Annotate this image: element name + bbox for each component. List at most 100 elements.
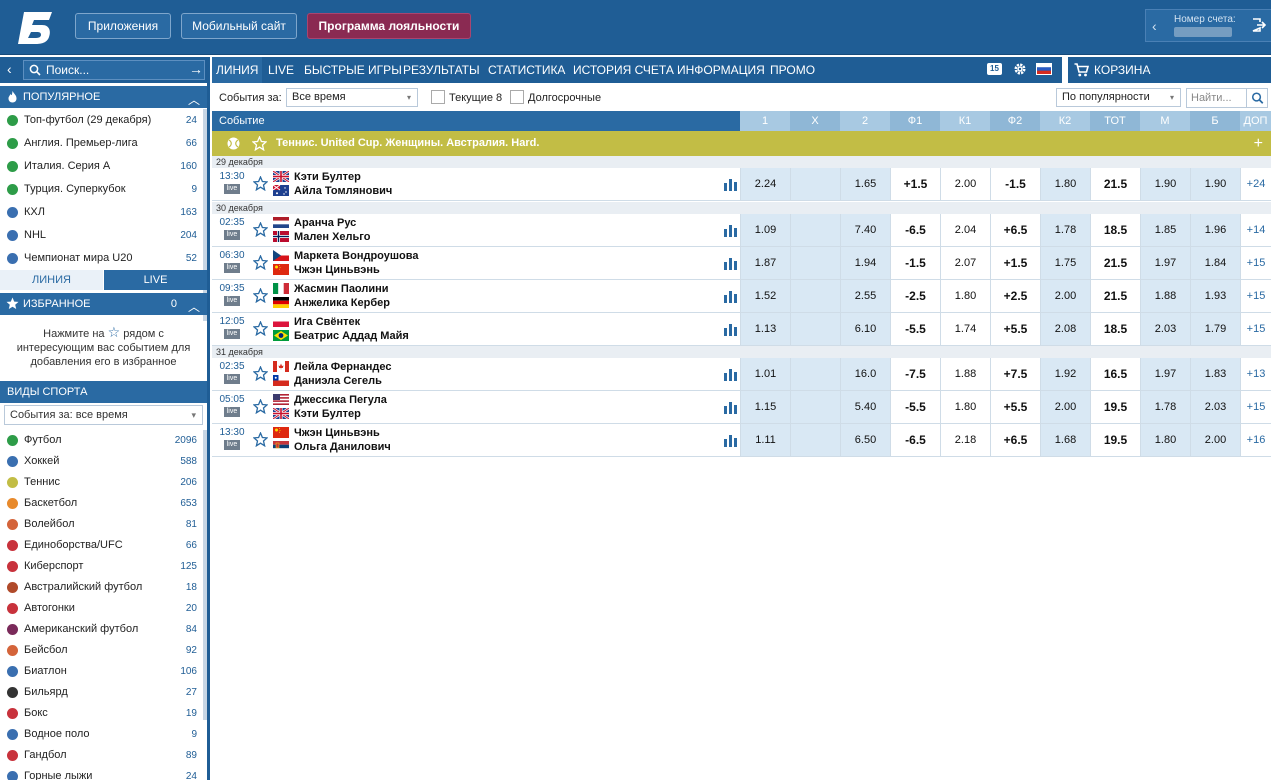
odds-cell[interactable]: 1.13 — [740, 313, 790, 345]
odds-cell[interactable]: +7.5 — [990, 358, 1040, 390]
nav-account-history[interactable]: ИСТОРИЯ СЧЕТА — [573, 57, 674, 83]
odds-cell[interactable]: 2.55 — [840, 280, 890, 312]
odds-cell[interactable]: -6.5 — [890, 214, 940, 246]
star-outline-icon[interactable] — [252, 254, 269, 271]
sport-item[interactable]: Бейсбол 92 — [0, 640, 207, 661]
player-1-name[interactable]: Чжэн Циньвэнь — [294, 427, 380, 439]
odds-cell[interactable]: 1.84 — [1190, 247, 1240, 279]
sport-item[interactable]: Теннис 206 — [0, 472, 207, 493]
player-1-name[interactable]: Джессика Пегула — [294, 394, 387, 406]
odds-cell[interactable]: +2.5 — [990, 280, 1040, 312]
odds-cell[interactable]: 2.03 — [1190, 391, 1240, 423]
player-1-name[interactable]: Ига Свёнтек — [294, 316, 360, 328]
sport-item[interactable]: Единоборства/UFC 66 — [0, 535, 207, 556]
nav-statistics[interactable]: СТАТИСТИКА — [488, 57, 565, 83]
more-bets-link[interactable]: +13 — [1240, 358, 1271, 390]
statistics-icon[interactable] — [724, 367, 738, 381]
odds-cell[interactable]: +6.5 — [990, 424, 1040, 456]
odds-cell[interactable]: 21.5 — [1090, 168, 1140, 200]
player-1-name[interactable]: Маркета Вондроушова — [294, 250, 419, 262]
odds-cell[interactable]: 1.80 — [1140, 424, 1190, 456]
odds-cell[interactable]: 1.78 — [1140, 391, 1190, 423]
statistics-icon[interactable] — [724, 177, 738, 191]
star-outline-icon[interactable] — [252, 221, 269, 238]
player-1-name[interactable]: Жасмин Паолини — [294, 283, 389, 295]
sport-item[interactable]: Хоккей 588 — [0, 451, 207, 472]
events-search-input[interactable]: Найти... — [1186, 88, 1268, 108]
odds-cell[interactable]: 1.78 — [1040, 214, 1090, 246]
sport-item[interactable]: Водное поло 9 — [0, 724, 207, 745]
more-bets-link[interactable]: +15 — [1240, 391, 1271, 423]
odds-cell[interactable]: +1.5 — [990, 247, 1040, 279]
odds-cell[interactable] — [790, 247, 840, 279]
current8-checkbox[interactable] — [431, 90, 445, 104]
statistics-icon[interactable] — [724, 433, 738, 447]
odds-cell[interactable]: -2.5 — [890, 280, 940, 312]
odds-cell[interactable]: 2.00 — [1040, 391, 1090, 423]
odds-cell[interactable]: -1.5 — [890, 247, 940, 279]
odds-cell[interactable]: 1.90 — [1190, 168, 1240, 200]
odds-cell[interactable]: 1.52 — [740, 280, 790, 312]
statistics-icon[interactable] — [724, 256, 738, 270]
odds-cell[interactable]: -7.5 — [890, 358, 940, 390]
nav-fast-games[interactable]: БЫСТРЫЕ ИГРЫ — [304, 57, 402, 83]
player-2-name[interactable]: Ольга Данилович — [294, 441, 391, 453]
odds-cell[interactable]: 1.83 — [1190, 358, 1240, 390]
odds-cell[interactable]: 1.65 — [840, 168, 890, 200]
odds-cell[interactable]: -5.5 — [890, 313, 940, 345]
odds-cell[interactable]: +6.5 — [990, 214, 1040, 246]
arrow-right-icon[interactable]: → — [189, 61, 203, 77]
player-2-name[interactable]: Чжэн Циньвэнь — [294, 264, 380, 276]
odds-cell[interactable]: 16.0 — [840, 358, 890, 390]
popular-item[interactable]: NHL 204 — [0, 224, 207, 247]
odds-cell[interactable]: 18.5 — [1090, 313, 1140, 345]
nav-info[interactable]: ИНФОРМАЦИЯ — [677, 57, 765, 83]
odds-cell[interactable]: 7.40 — [840, 214, 890, 246]
more-bets-link[interactable]: +15 — [1240, 313, 1271, 345]
odds-cell[interactable]: 1.93 — [1190, 280, 1240, 312]
odds-cell[interactable]: 2.03 — [1140, 313, 1190, 345]
sport-item[interactable]: Биатлон 106 — [0, 661, 207, 682]
star-outline-icon[interactable] — [252, 431, 269, 448]
odds-cell[interactable] — [790, 280, 840, 312]
odds-cell[interactable]: -1.5 — [990, 168, 1040, 200]
player-2-name[interactable]: Беатрис Аддад Майя — [294, 330, 409, 342]
statistics-icon[interactable] — [724, 289, 738, 303]
account-panel[interactable]: ‹ Номер счета: — [1145, 9, 1271, 42]
odds-cell[interactable]: 1.88 — [1140, 280, 1190, 312]
loyalty-program-button[interactable]: Программа лояльности — [307, 13, 471, 39]
star-outline-icon[interactable] — [252, 320, 269, 337]
odds-cell[interactable]: 1.75 — [1040, 247, 1090, 279]
statistics-icon[interactable] — [724, 400, 738, 414]
popular-item[interactable]: Топ-футбол (29 декабря) 24 — [0, 109, 207, 132]
player-2-name[interactable]: Даниэла Сегель — [294, 375, 382, 387]
more-bets-link[interactable]: +16 — [1240, 424, 1271, 456]
nav-line[interactable]: ЛИНИЯ — [212, 57, 263, 83]
odds-cell[interactable] — [790, 168, 840, 200]
more-bets-link[interactable]: +15 — [1240, 280, 1271, 312]
odds-cell[interactable]: 18.5 — [1090, 214, 1140, 246]
more-bets-link[interactable]: +15 — [1240, 247, 1271, 279]
player-2-name[interactable]: Айла Томлянович — [294, 185, 392, 197]
odds-cell[interactable]: 1.94 — [840, 247, 890, 279]
popular-item[interactable]: Турция. Суперкубок 9 — [0, 178, 207, 201]
sports-scrollbar[interactable] — [203, 430, 207, 720]
odds-cell[interactable]: 2.07 — [940, 247, 990, 279]
mobile-site-button[interactable]: Мобильный сайт — [181, 13, 297, 39]
chevron-up-icon[interactable]: ︿ — [188, 89, 200, 111]
odds-cell[interactable] — [790, 424, 840, 456]
odds-cell[interactable]: 2.00 — [1190, 424, 1240, 456]
chevron-left-icon[interactable]: ‹ — [7, 61, 12, 77]
nav-results[interactable]: РЕЗУЛЬТАТЫ — [403, 57, 480, 83]
sport-item[interactable]: Американский футбол 84 — [0, 619, 207, 640]
statistics-icon[interactable] — [724, 223, 738, 237]
odds-cell[interactable] — [790, 214, 840, 246]
tab-line[interactable]: ЛИНИЯ — [0, 270, 103, 290]
odds-cell[interactable]: 1.68 — [1040, 424, 1090, 456]
sort-select[interactable]: По популярности ▾ — [1056, 88, 1181, 107]
odds-cell[interactable]: -6.5 — [890, 424, 940, 456]
odds-cell[interactable]: 2.08 — [1040, 313, 1090, 345]
player-1-name[interactable]: Аранча Рус — [294, 217, 356, 229]
odds-cell[interactable]: 1.11 — [740, 424, 790, 456]
sport-item[interactable]: Киберспорт 125 — [0, 556, 207, 577]
